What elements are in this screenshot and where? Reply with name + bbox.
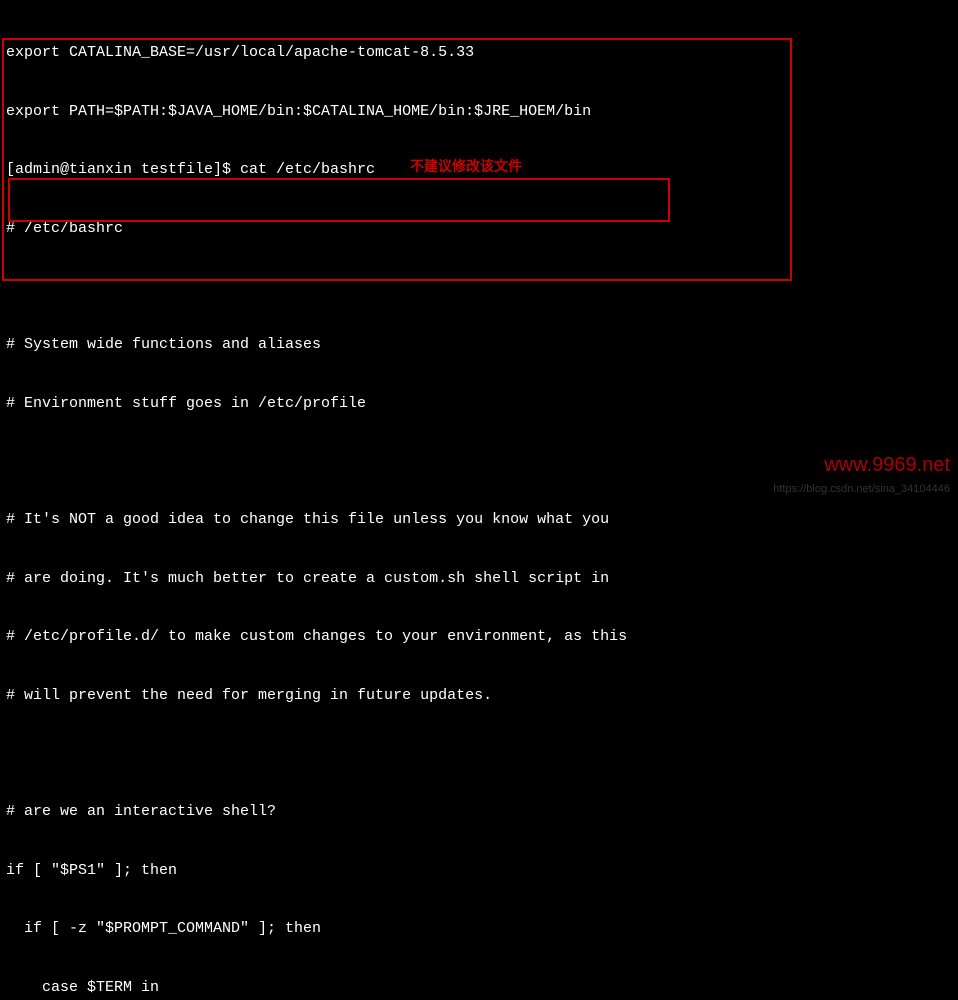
terminal-line: export PATH=$PATH:$JAVA_HOME/bin:$CATALI… xyxy=(6,102,952,122)
terminal-line xyxy=(6,277,952,296)
terminal-line: # /etc/bashrc xyxy=(6,219,952,239)
terminal-line: # It's NOT a good idea to change this fi… xyxy=(6,510,952,530)
terminal-line: # Environment stuff goes in /etc/profile xyxy=(6,394,952,414)
terminal-line: # /etc/profile.d/ to make custom changes… xyxy=(6,627,952,647)
terminal-line: if [ "$PS1" ]; then xyxy=(6,861,952,881)
terminal-line: [admin@tianxin testfile]$ cat /etc/bashr… xyxy=(6,160,952,180)
terminal-line: case $TERM in xyxy=(6,978,952,998)
terminal-line: if [ -z "$PROMPT_COMMAND" ]; then xyxy=(6,919,952,939)
terminal-line xyxy=(6,744,952,763)
terminal-line: # are we an interactive shell? xyxy=(6,802,952,822)
terminal-output[interactable]: export CATALINA_BASE=/usr/local/apache-t… xyxy=(6,4,952,1000)
terminal-line xyxy=(6,452,952,471)
terminal-line: # will prevent the need for merging in f… xyxy=(6,686,952,706)
terminal-line: export CATALINA_BASE=/usr/local/apache-t… xyxy=(6,43,952,63)
terminal-line: # System wide functions and aliases xyxy=(6,335,952,355)
terminal-line: # are doing. It's much better to create … xyxy=(6,569,952,589)
